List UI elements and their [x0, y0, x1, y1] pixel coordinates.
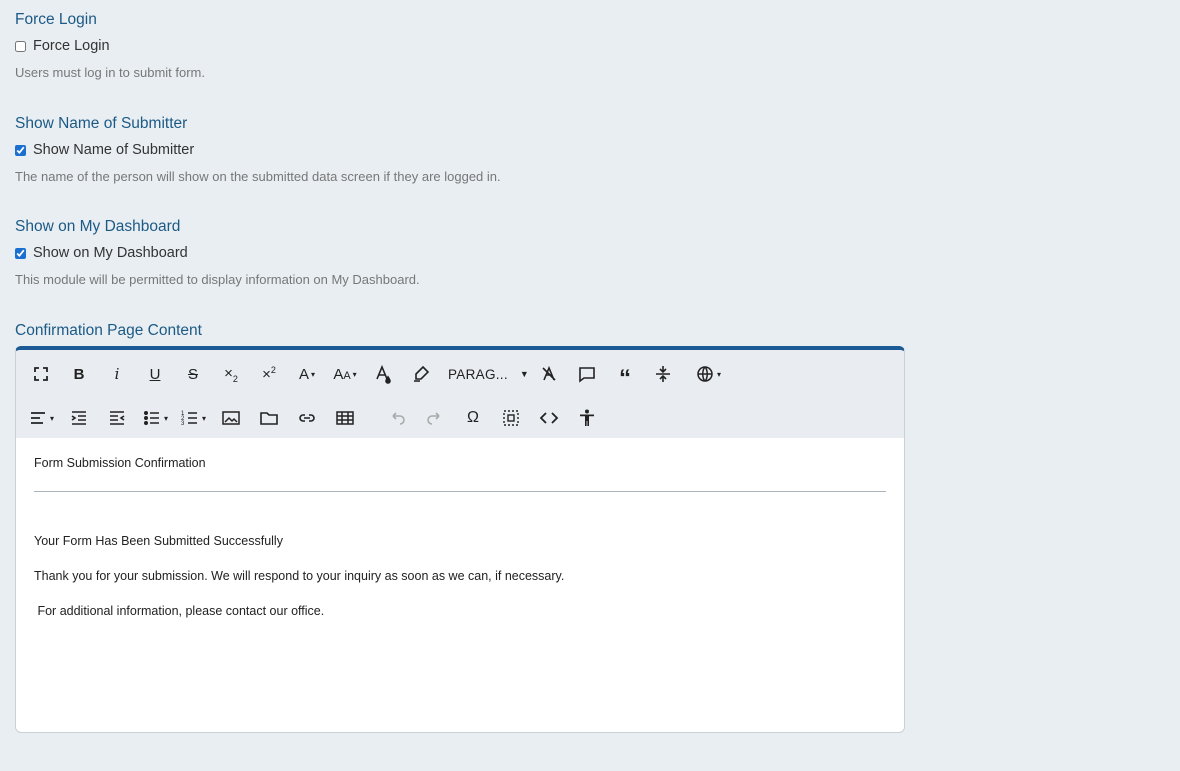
- superscript-icon[interactable]: ×2: [250, 356, 288, 392]
- paragraph-format-select[interactable]: PARAG... ▼: [440, 356, 530, 392]
- force-login-title: Force Login: [15, 11, 97, 28]
- folder-icon[interactable]: [250, 400, 288, 436]
- show-name-checkbox[interactable]: [15, 144, 26, 156]
- force-login-row: Force Login: [15, 37, 205, 55]
- fullscreen-icon[interactable]: [22, 356, 60, 392]
- force-login-section: Force Login Force Login Users must log i…: [15, 11, 205, 81]
- italic-icon[interactable]: i: [98, 356, 136, 392]
- show-dashboard-section: Show on My Dashboard Show on My Dashboar…: [15, 218, 420, 288]
- bold-icon[interactable]: B: [60, 356, 98, 392]
- show-name-section: Show Name of Submitter Show Name of Subm…: [15, 115, 501, 185]
- force-login-label[interactable]: Force Login: [33, 38, 110, 54]
- content-line-1: Your Form Has Been Submitted Successfull…: [34, 534, 283, 548]
- show-dashboard-title: Show on My Dashboard: [15, 218, 181, 235]
- show-dashboard-checkbox[interactable]: [15, 247, 26, 259]
- numbered-list-icon[interactable]: 1 2 3 ▾: [174, 400, 212, 436]
- link-icon[interactable]: [288, 400, 326, 436]
- align-icon[interactable]: ▾: [22, 400, 60, 436]
- image-icon[interactable]: [212, 400, 250, 436]
- outdent-icon[interactable]: [98, 400, 136, 436]
- content-divider: [34, 491, 886, 492]
- comment-icon[interactable]: [568, 356, 606, 392]
- content-line-3: For additional information, please conta…: [34, 604, 325, 618]
- chevron-down-icon: ▼: [519, 369, 530, 379]
- select-all-icon[interactable]: [492, 400, 530, 436]
- force-login-help: Users must log in to submit form.: [15, 65, 205, 80]
- paragraph-format-label: PARAG...: [448, 366, 508, 382]
- font-size-icon[interactable]: AA ▾: [326, 356, 364, 392]
- text-color-icon[interactable]: [364, 356, 402, 392]
- toolbar-row-2: ▾ ▾ 1 2 3 ▾ Ω: [16, 398, 606, 438]
- code-view-icon[interactable]: [530, 400, 568, 436]
- bullet-list-icon[interactable]: ▾: [136, 400, 174, 436]
- redo-icon[interactable]: [416, 400, 454, 436]
- undo-icon[interactable]: [378, 400, 416, 436]
- force-login-checkbox[interactable]: [15, 40, 26, 52]
- show-dashboard-help: This module will be permitted to display…: [15, 272, 420, 287]
- show-dashboard-label[interactable]: Show on My Dashboard: [33, 245, 188, 261]
- underline-icon[interactable]: U: [136, 356, 174, 392]
- subscript-icon[interactable]: ×2: [212, 356, 250, 392]
- content-line-2: Thank you for your submission. We will r…: [34, 569, 565, 583]
- show-dashboard-row: Show on My Dashboard: [15, 244, 420, 262]
- indent-icon[interactable]: [60, 400, 98, 436]
- clear-formatting-icon[interactable]: [530, 356, 568, 392]
- show-name-row: Show Name of Submitter: [15, 141, 501, 159]
- toolbar-row-1: B i U S ×2 ×2 A ▾ AA ▾ PARAG... ▼ “ ▾: [16, 354, 734, 394]
- editor-content[interactable]: Form Submission Confirmation Your Form H…: [16, 438, 904, 732]
- rich-text-editor: B i U S ×2 ×2 A ▾ AA ▾ PARAG... ▼ “ ▾ ▾ …: [15, 346, 905, 733]
- quote-icon[interactable]: “: [606, 356, 644, 392]
- accessibility-icon[interactable]: [568, 400, 606, 436]
- svg-text:3: 3: [181, 421, 185, 427]
- page-break-icon[interactable]: [644, 356, 682, 392]
- strikethrough-icon[interactable]: S: [174, 356, 212, 392]
- language-icon[interactable]: ▾: [682, 356, 734, 392]
- editor-toolbar: B i U S ×2 ×2 A ▾ AA ▾ PARAG... ▼ “ ▾ ▾ …: [16, 350, 904, 438]
- confirmation-section: Confirmation Page Content: [15, 322, 202, 340]
- show-name-title: Show Name of Submitter: [15, 115, 188, 132]
- table-icon[interactable]: [326, 400, 364, 436]
- content-heading: Form Submission Confirmation: [34, 456, 206, 470]
- confirmation-title: Confirmation Page Content: [15, 322, 202, 339]
- highlight-icon[interactable]: [402, 356, 440, 392]
- show-name-label[interactable]: Show Name of Submitter: [33, 142, 194, 158]
- special-char-icon[interactable]: Ω: [454, 400, 492, 436]
- font-family-icon[interactable]: A ▾: [288, 356, 326, 392]
- show-name-help: The name of the person will show on the …: [15, 169, 501, 184]
